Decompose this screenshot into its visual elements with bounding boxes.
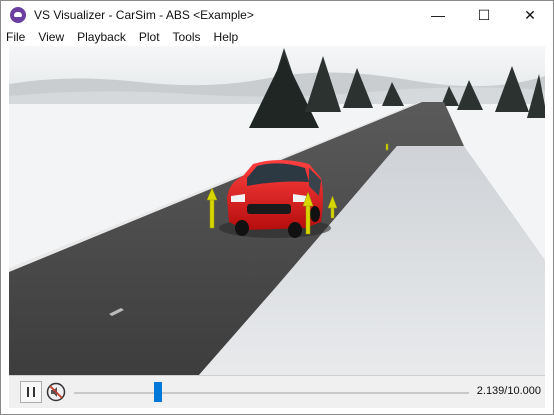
app-icon xyxy=(10,7,26,23)
menu-view[interactable]: View xyxy=(38,30,64,44)
pause-icon xyxy=(27,387,35,397)
close-button[interactable]: ✕ xyxy=(507,1,553,29)
title-bar[interactable]: VS Visualizer - CarSim - ABS <Example> —… xyxy=(1,1,553,29)
menu-plot[interactable]: Plot xyxy=(139,30,160,44)
timeline-track[interactable] xyxy=(74,392,469,394)
3d-viewport[interactable] xyxy=(9,46,545,375)
maximize-button[interactable]: ☐ xyxy=(461,1,507,29)
menu-tools[interactable]: Tools xyxy=(173,30,201,44)
mute-icon xyxy=(46,382,66,402)
menu-bar: File View Playback Plot Tools Help xyxy=(1,28,553,46)
menu-help[interactable]: Help xyxy=(214,30,239,44)
scene-svg xyxy=(9,46,545,375)
pause-button[interactable] xyxy=(20,381,42,403)
menu-file[interactable]: File xyxy=(6,30,25,44)
window-title: VS Visualizer - CarSim - ABS <Example> xyxy=(34,8,254,22)
window-controls: — ☐ ✕ xyxy=(415,1,553,29)
menu-playback[interactable]: Playback xyxy=(77,30,126,44)
playback-bar: 2.139/10.000 xyxy=(9,375,545,408)
minimize-button[interactable]: — xyxy=(415,1,461,29)
time-display: 2.139/10.000 xyxy=(476,385,541,397)
mute-button[interactable] xyxy=(45,381,67,403)
visualizer-window: VS Visualizer - CarSim - ABS <Example> —… xyxy=(0,0,554,415)
timeline-slider-thumb[interactable] xyxy=(154,382,163,402)
